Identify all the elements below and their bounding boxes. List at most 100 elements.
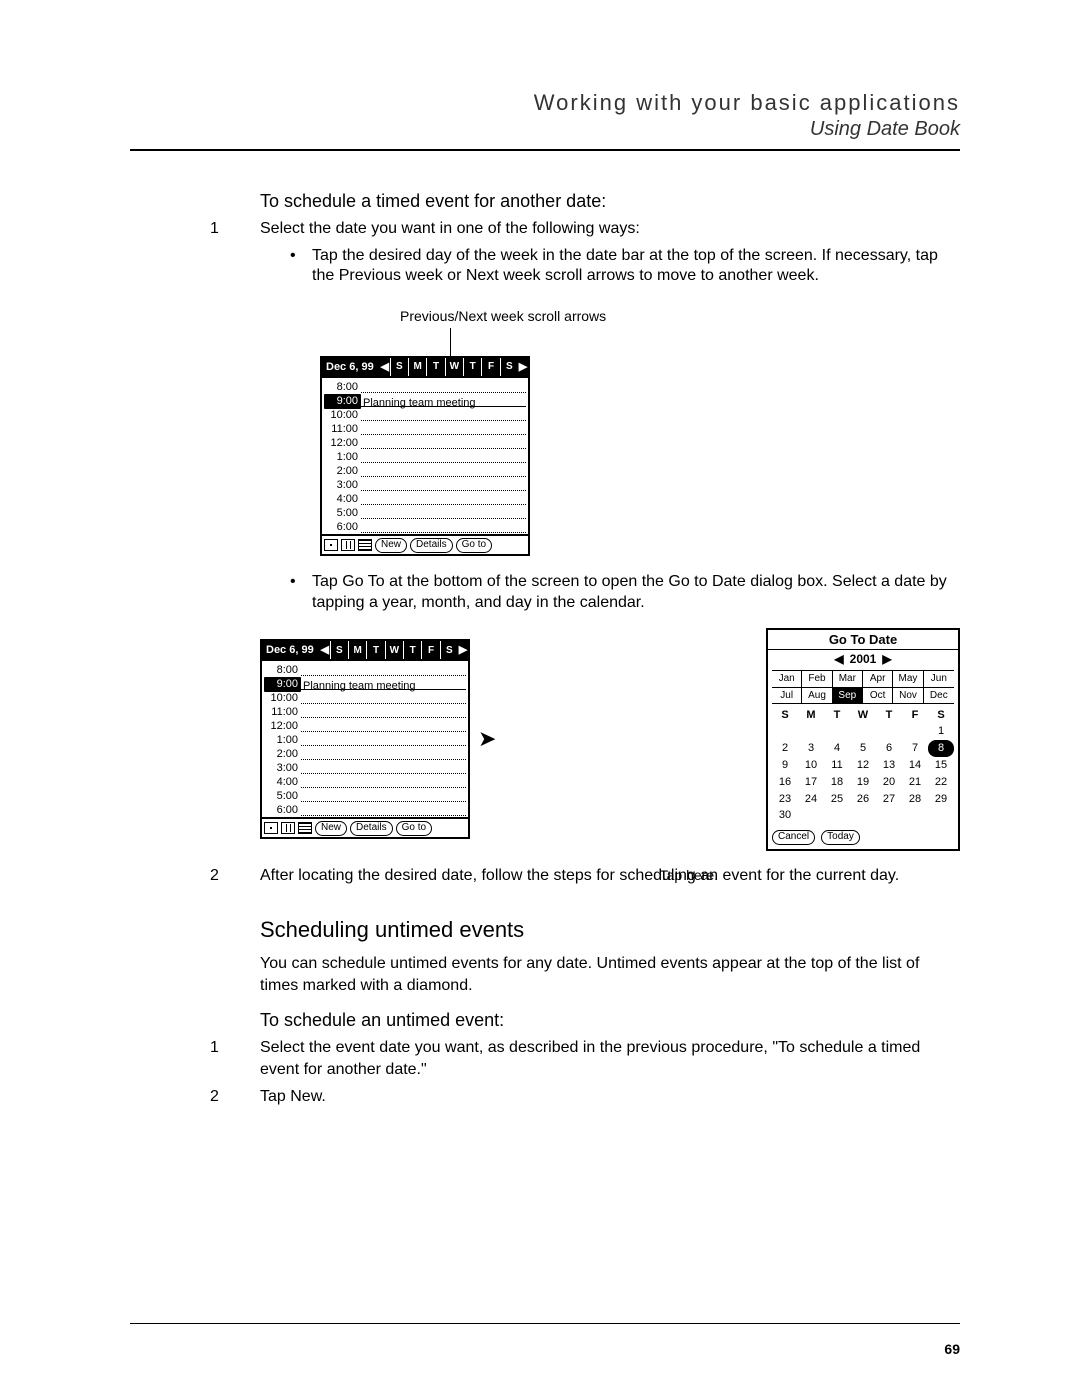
day-header-0[interactable]: S [330, 641, 348, 659]
time-slot[interactable]: 9:00 [264, 677, 301, 692]
day-16[interactable]: 16 [772, 774, 798, 791]
day-10[interactable]: 10 [798, 757, 824, 774]
day-header-3[interactable]: W [385, 641, 403, 659]
goto-button[interactable]: Go to [396, 821, 432, 836]
day-6[interactable]: 6 [876, 740, 902, 757]
time-slot[interactable]: 3:00 [324, 478, 361, 493]
day-9[interactable]: 9 [772, 757, 798, 774]
day-18[interactable]: 18 [824, 774, 850, 791]
month-view-icon[interactable] [358, 539, 372, 551]
day-view-icon[interactable] [264, 822, 278, 834]
day-header-6[interactable]: S [440, 641, 458, 659]
day-header-3[interactable]: W [445, 358, 463, 376]
datebook-date[interactable]: Dec 6, 99 [322, 358, 380, 376]
day-15[interactable]: 15 [928, 757, 954, 774]
next-year-arrow-icon[interactable]: ▶ [876, 652, 897, 666]
day-7[interactable]: 7 [902, 740, 928, 757]
day-20[interactable]: 20 [876, 774, 902, 791]
time-slot[interactable]: 10:00 [264, 691, 301, 706]
day-2[interactable]: 2 [772, 740, 798, 757]
month-nov[interactable]: Nov [893, 688, 923, 704]
month-apr[interactable]: Apr [863, 671, 893, 688]
time-slot[interactable]: 1:00 [324, 450, 361, 465]
time-line[interactable] [361, 466, 526, 477]
week-view-icon[interactable] [341, 539, 355, 551]
event-entry[interactable]: Planning team meeting [301, 679, 466, 690]
day-30[interactable]: 30 [772, 807, 798, 824]
day-header-5[interactable]: F [421, 641, 439, 659]
today-button[interactable]: Today [821, 830, 860, 845]
day-header-1[interactable]: M [348, 641, 366, 659]
time-line[interactable] [361, 522, 526, 533]
time-line[interactable] [361, 382, 526, 393]
new-button[interactable]: New [375, 538, 407, 553]
day-24[interactable]: 24 [798, 791, 824, 808]
new-button[interactable]: New [315, 821, 347, 836]
day-header-5[interactable]: F [481, 358, 499, 376]
details-button[interactable]: Details [350, 821, 393, 836]
day-14[interactable]: 14 [902, 757, 928, 774]
time-line[interactable] [361, 424, 526, 435]
time-line[interactable] [301, 763, 466, 774]
time-line[interactable] [361, 508, 526, 519]
time-slot[interactable]: 8:00 [324, 380, 361, 395]
time-slot[interactable]: 5:00 [324, 506, 361, 521]
month-jun[interactable]: Jun [924, 671, 954, 688]
time-line[interactable] [301, 749, 466, 760]
day-17[interactable]: 17 [798, 774, 824, 791]
time-slot[interactable]: 11:00 [324, 422, 361, 437]
time-line[interactable] [301, 735, 466, 746]
time-line[interactable] [361, 438, 526, 449]
day-header-2[interactable]: T [366, 641, 384, 659]
time-slot[interactable]: 5:00 [264, 789, 301, 804]
day-4[interactable]: 4 [824, 740, 850, 757]
time-line[interactable] [361, 494, 526, 505]
cancel-button[interactable]: Cancel [772, 830, 815, 845]
day-header-0[interactable]: S [390, 358, 408, 376]
time-slot[interactable]: 12:00 [264, 719, 301, 734]
day-view-icon[interactable] [324, 539, 338, 551]
details-button[interactable]: Details [410, 538, 453, 553]
time-slot[interactable]: 2:00 [324, 464, 361, 479]
time-line[interactable] [361, 452, 526, 463]
prev-week-arrow-icon[interactable]: ◀ [380, 358, 390, 376]
month-oct[interactable]: Oct [863, 688, 893, 704]
time-slot[interactable]: 9:00 [324, 394, 361, 409]
goto-button[interactable]: Go to [456, 538, 492, 553]
time-slot[interactable]: 4:00 [264, 775, 301, 790]
week-view-icon[interactable] [281, 822, 295, 834]
time-line[interactable] [301, 693, 466, 704]
month-aug[interactable]: Aug [802, 688, 832, 704]
datebook-date[interactable]: Dec 6, 99 [262, 641, 320, 659]
day-header-1[interactable]: M [408, 358, 426, 376]
time-line[interactable] [301, 721, 466, 732]
time-line[interactable] [301, 777, 466, 788]
time-line[interactable] [301, 791, 466, 802]
time-slot[interactable]: 10:00 [324, 408, 361, 423]
time-slot[interactable]: 8:00 [264, 663, 301, 678]
day-12[interactable]: 12 [850, 757, 876, 774]
month-sep[interactable]: Sep [833, 688, 863, 704]
time-slot[interactable]: 6:00 [264, 803, 301, 818]
prev-week-arrow-icon[interactable]: ◀ [320, 641, 330, 659]
event-entry[interactable]: Planning team meeting [361, 396, 526, 407]
month-view-icon[interactable] [298, 822, 312, 834]
time-slot[interactable]: 1:00 [264, 733, 301, 748]
time-slot[interactable]: 6:00 [324, 520, 361, 535]
day-19[interactable]: 19 [850, 774, 876, 791]
day-25[interactable]: 25 [824, 791, 850, 808]
day-27[interactable]: 27 [876, 791, 902, 808]
day-21[interactable]: 21 [902, 774, 928, 791]
month-mar[interactable]: Mar [833, 671, 863, 688]
next-week-arrow-icon[interactable]: ▶ [518, 358, 528, 376]
time-slot[interactable]: 3:00 [264, 761, 301, 776]
time-slot[interactable]: 11:00 [264, 705, 301, 720]
month-jul[interactable]: Jul [772, 688, 802, 704]
day-8[interactable]: 8 [928, 740, 954, 757]
day-23[interactable]: 23 [772, 791, 798, 808]
day-header-6[interactable]: S [500, 358, 518, 376]
day-29[interactable]: 29 [928, 791, 954, 808]
time-line[interactable] [301, 805, 466, 816]
month-may[interactable]: May [893, 671, 923, 688]
time-line[interactable] [301, 707, 466, 718]
